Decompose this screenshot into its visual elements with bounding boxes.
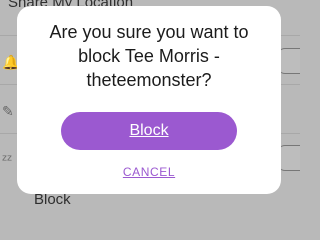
pencil-icon: ✎	[2, 103, 14, 119]
sleep-icon: ᶻᶻ	[2, 151, 13, 167]
block-button[interactable]: Block	[61, 112, 237, 150]
block-confirmation-dialog: Are you sure you want to block Tee Morri…	[17, 6, 281, 194]
cancel-button[interactable]: CANCEL	[17, 165, 281, 179]
dialog-title: Are you sure you want to block Tee Morri…	[49, 22, 249, 90]
